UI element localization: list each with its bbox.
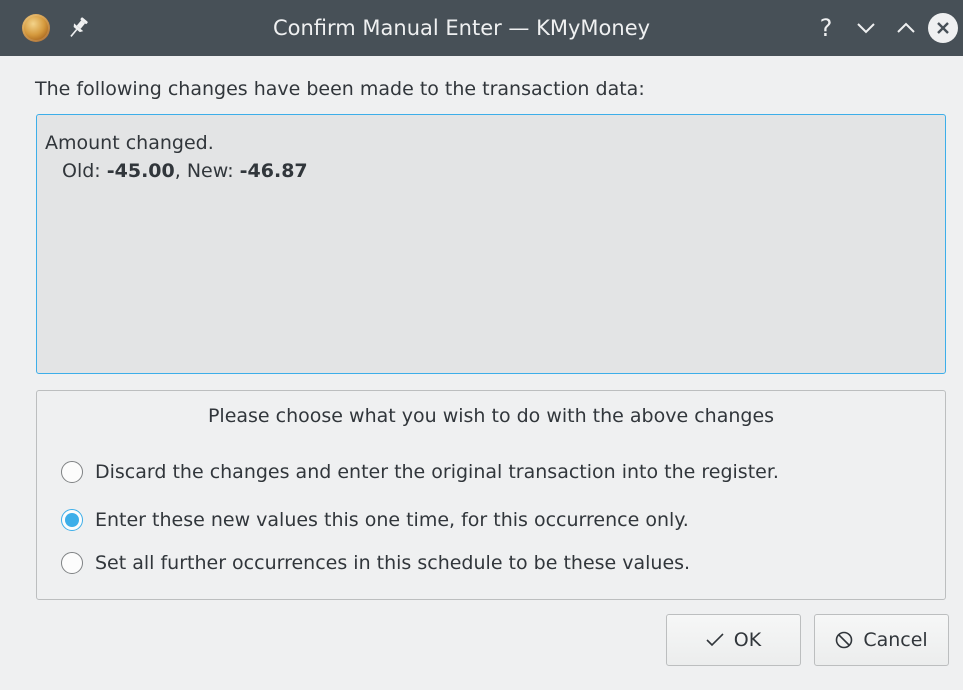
help-button[interactable]: ? bbox=[812, 14, 840, 42]
option-enter-once-label: Enter these new values this one time, fo… bbox=[95, 509, 689, 531]
changes-detail: Old: -45.00, New: -46.87 bbox=[45, 157, 937, 185]
changes-text-area[interactable]: Amount changed. Old: -45.00, New: -46.87 bbox=[36, 114, 946, 374]
dialog-heading: The following changes have been made to … bbox=[35, 78, 645, 100]
checkmark-icon bbox=[706, 633, 724, 647]
option-discard[interactable]: Discard the changes and enter the origin… bbox=[61, 457, 779, 487]
cancel-button-label: Cancel bbox=[863, 629, 928, 651]
chevron-down-icon bbox=[857, 23, 875, 34]
radio-enter-once[interactable] bbox=[61, 509, 83, 531]
new-label: , New: bbox=[174, 160, 240, 182]
radio-set-all[interactable] bbox=[61, 552, 83, 574]
choice-group-title: Please choose what you wish to do with t… bbox=[207, 405, 775, 427]
option-set-all[interactable]: Set all further occurrences in this sche… bbox=[61, 548, 690, 578]
old-value: -45.00 bbox=[106, 160, 175, 182]
ok-button[interactable]: OK bbox=[666, 614, 801, 666]
maximize-button[interactable] bbox=[892, 14, 920, 42]
title-bar[interactable]: Confirm Manual Enter — KMyMoney ? bbox=[0, 0, 963, 56]
minimize-button[interactable] bbox=[852, 14, 880, 42]
changes-summary: Amount changed. bbox=[45, 132, 214, 154]
cancel-button[interactable]: Cancel bbox=[814, 614, 949, 666]
option-set-all-label: Set all further occurrences in this sche… bbox=[95, 552, 691, 574]
option-enter-once[interactable]: Enter these new values this one time, fo… bbox=[61, 505, 689, 535]
old-label: Old: bbox=[62, 160, 107, 182]
chevron-up-icon bbox=[897, 22, 915, 33]
new-value: -46.87 bbox=[239, 160, 308, 182]
ok-button-label: OK bbox=[733, 629, 762, 651]
close-icon bbox=[937, 22, 949, 34]
option-discard-label: Discard the changes and enter the origin… bbox=[95, 461, 779, 483]
choice-group: Please choose what you wish to do with t… bbox=[36, 390, 946, 600]
close-button[interactable] bbox=[928, 13, 958, 43]
radio-discard[interactable] bbox=[61, 461, 83, 483]
cancel-icon bbox=[836, 631, 853, 649]
